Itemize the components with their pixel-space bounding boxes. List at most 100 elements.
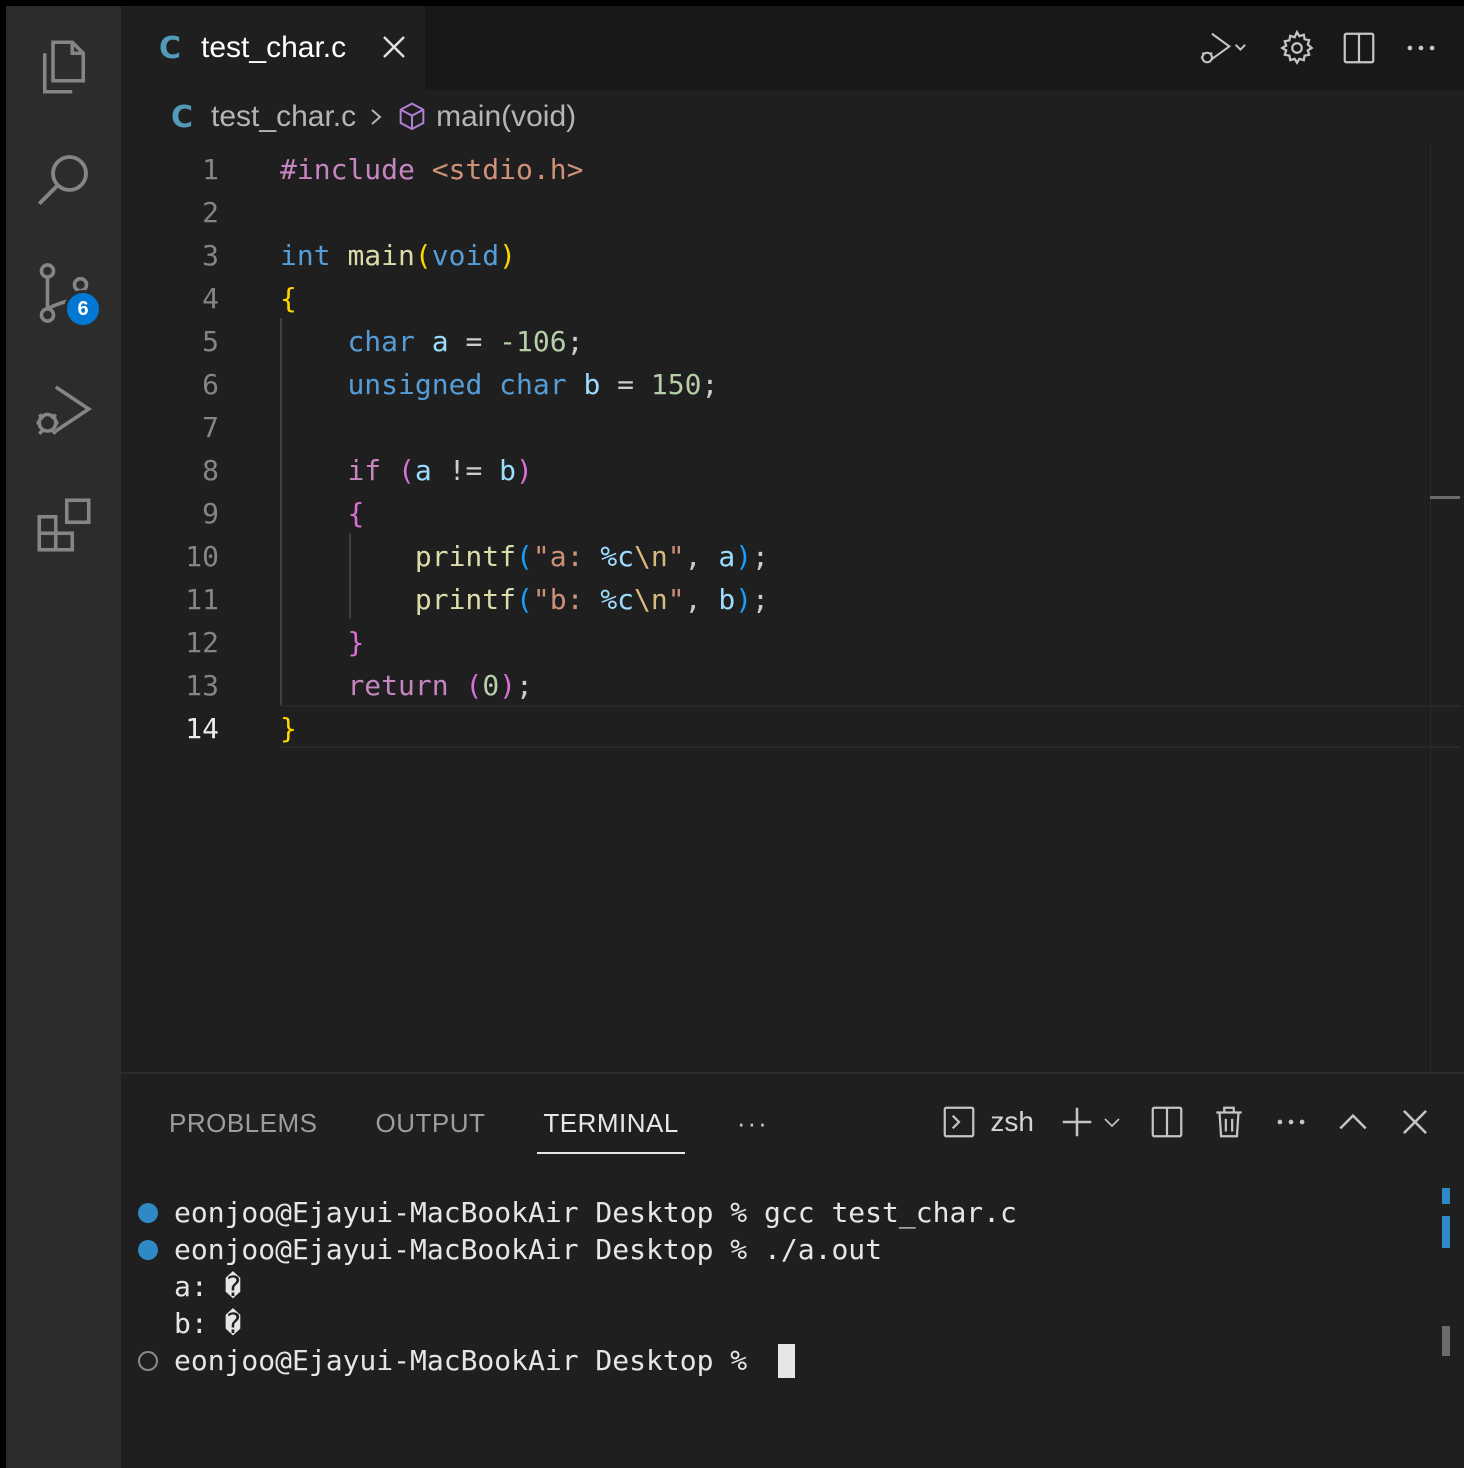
scrollbar-marker	[1430, 496, 1460, 499]
breadcrumb-symbol[interactable]: main(void)	[436, 100, 576, 134]
tab-title: test_char.c	[201, 31, 347, 64]
code-line[interactable]: 4{	[121, 277, 1464, 320]
code-line[interactable]: 7	[121, 406, 1464, 449]
maximize-panel-icon[interactable]	[1334, 1099, 1372, 1145]
search-icon[interactable]	[6, 124, 121, 234]
close-icon[interactable]	[379, 32, 409, 62]
code-line[interactable]: 6 unsigned char b = 150;	[121, 363, 1464, 406]
code-line[interactable]: 13 return (0);	[121, 664, 1464, 707]
new-terminal-button[interactable]	[1058, 1099, 1124, 1145]
command-pending-icon[interactable]	[138, 1351, 158, 1371]
code-line[interactable]: 5 char a = -106;	[121, 320, 1464, 363]
breadcrumb-file[interactable]: test_char.c	[211, 100, 356, 134]
vscode-window: 6 C test_char.c C test_char.c main(void)…	[6, 6, 1464, 1468]
code-text: printf("a: %c\n", a);	[414, 540, 769, 573]
code-text: int main(void)	[280, 239, 517, 272]
terminal-line-text: eonjoo@Ejayui-MacBookAir Desktop % gcc t…	[174, 1196, 1017, 1229]
line-number: 7	[202, 411, 219, 444]
run-debug-icon[interactable]	[6, 354, 121, 464]
terminal-line-text: eonjoo@Ejayui-MacBookAir Desktop % ./a.o…	[174, 1233, 883, 1266]
c-file-icon: C	[171, 99, 194, 135]
source-control-icon[interactable]: 6	[6, 238, 121, 348]
close-icon[interactable]	[1396, 1099, 1434, 1145]
code-line[interactable]: 11 printf("b: %c\n", b);	[121, 578, 1464, 621]
scrollbar-thumb[interactable]	[1442, 1326, 1450, 1356]
scrollbar-marker	[1442, 1188, 1450, 1204]
breadcrumb: C test_char.c main(void)	[171, 90, 576, 144]
code-text: {	[280, 282, 297, 315]
extensions-icon[interactable]	[6, 470, 121, 580]
line-number: 1	[202, 153, 219, 186]
line-number: 6	[202, 368, 219, 401]
terminal-shell-selector[interactable]: zsh	[940, 1099, 1034, 1145]
terminal-icon	[944, 1106, 975, 1138]
code-text: printf("b: %c\n", b);	[414, 583, 769, 616]
source-control-badge: 6	[64, 290, 102, 328]
line-number: 4	[202, 282, 219, 315]
line-number: 9	[202, 497, 219, 530]
editor-tab-bar: C test_char.c	[121, 6, 1464, 90]
run-debug-dropdown-button[interactable]	[1188, 25, 1258, 71]
code-line[interactable]: 2	[121, 191, 1464, 234]
code-text: #include <stdio.h>	[280, 153, 584, 186]
command-success-icon[interactable]	[138, 1203, 158, 1223]
code-text: return (0);	[347, 669, 533, 702]
explorer-icon[interactable]	[6, 12, 121, 122]
line-number: 11	[185, 583, 219, 616]
code-line[interactable]: 3 int main(void)	[121, 234, 1464, 277]
code-text: }	[347, 626, 365, 659]
code-text: char a = -106;	[347, 325, 584, 358]
terminal-line: eonjoo@Ejayui-MacBookAir Desktop % gcc t…	[121, 1194, 1464, 1231]
code-line[interactable]: 14}	[121, 707, 1464, 750]
panel-tabs: PROBLEMS OUTPUT TERMINAL ···	[169, 1098, 769, 1154]
method-symbol-icon	[396, 101, 428, 133]
editor-scrollbar[interactable]	[1430, 144, 1464, 1074]
tab-output[interactable]: OUTPUT	[376, 1098, 486, 1148]
editor-actions	[1172, 24, 1444, 72]
code-line[interactable]: 1 #include <stdio.h>	[121, 148, 1464, 191]
terminal-line: eonjoo@Ejayui-MacBookAir Desktop % ./a.o…	[121, 1231, 1464, 1268]
panel-actions: zsh	[916, 1094, 1434, 1150]
terminal-output[interactable]: eonjoo@Ejayui-MacBookAir Desktop % gcc t…	[121, 1188, 1464, 1379]
terminal-cursor	[778, 1343, 796, 1378]
panel-more-tabs[interactable]: ···	[737, 1108, 769, 1139]
shell-name: zsh	[990, 1106, 1034, 1137]
more-actions-icon[interactable]	[1272, 1099, 1310, 1145]
more-actions-icon[interactable]	[1398, 25, 1444, 71]
terminal-line: a: �	[121, 1268, 1464, 1305]
line-number: 12	[185, 626, 219, 659]
code-text: {	[347, 497, 365, 530]
code-text: unsigned char b = 150;	[347, 368, 719, 401]
split-terminal-icon[interactable]	[1148, 1099, 1186, 1145]
c-file-icon: C	[159, 30, 182, 66]
terminal-line: b: �	[121, 1305, 1464, 1342]
tab-test-char-c[interactable]: C test_char.c	[121, 6, 425, 90]
gear-icon[interactable]	[1274, 25, 1320, 71]
line-number: 5	[202, 325, 219, 358]
command-success-icon[interactable]	[138, 1240, 158, 1260]
code-text: }	[280, 712, 297, 745]
line-number: 13	[185, 669, 219, 702]
chevron-right-icon	[366, 105, 386, 129]
line-number: 2	[202, 196, 219, 229]
chevron-down-icon	[1104, 1118, 1120, 1128]
line-number: 10	[185, 540, 219, 573]
terminal-prompt-text: eonjoo@Ejayui-MacBookAir Desktop %	[174, 1344, 765, 1377]
bottom-panel: PROBLEMS OUTPUT TERMINAL ··· zsh eonjoo@…	[121, 1072, 1464, 1468]
tab-problems[interactable]: PROBLEMS	[169, 1098, 318, 1148]
terminal-line-text: b: �	[174, 1307, 242, 1340]
code-line[interactable]: 12 }	[121, 621, 1464, 664]
plus-icon	[1062, 1107, 1092, 1137]
line-number: 3	[202, 239, 219, 272]
terminal-line: eonjoo@Ejayui-MacBookAir Desktop %	[121, 1342, 1464, 1379]
tab-terminal[interactable]: TERMINAL	[537, 1098, 686, 1154]
terminal-line-text: a: �	[174, 1270, 242, 1303]
split-editor-icon[interactable]	[1336, 25, 1382, 71]
code-line[interactable]: 9 {	[121, 492, 1464, 535]
code-editor[interactable]: 1 #include <stdio.h> 2 3 int main(void) 4{5 c…	[121, 144, 1464, 1074]
code-line[interactable]: 8 if (a != b)	[121, 449, 1464, 492]
line-number: 8	[202, 454, 219, 487]
code-line[interactable]: 10 printf("a: %c\n", a);	[121, 535, 1464, 578]
trash-icon[interactable]	[1210, 1099, 1248, 1145]
line-number: 14	[185, 712, 219, 745]
